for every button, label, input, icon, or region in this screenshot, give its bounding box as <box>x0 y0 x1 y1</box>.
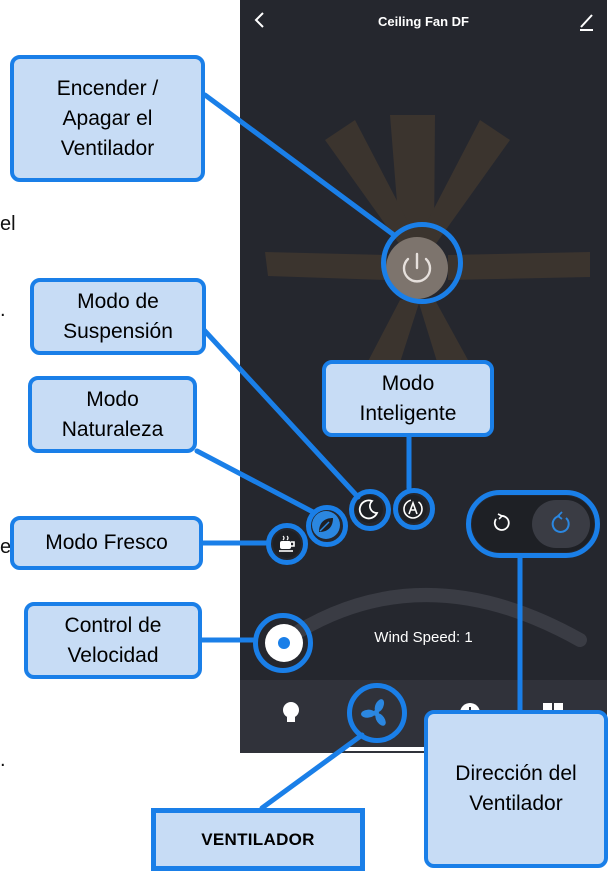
callout-sleep-line-2: Suspensión <box>63 319 173 343</box>
callout-nature-line-2: Naturaleza <box>61 417 164 441</box>
callout-direction: Dirección del Ventilador <box>424 710 608 868</box>
callout-power-line-3: Ventilador <box>60 136 155 160</box>
callout-smart-line-1: Modo <box>381 371 435 395</box>
callout-speed: Control de Velocidad <box>24 602 202 679</box>
callout-nature-line-1: Modo <box>86 387 139 411</box>
callout-sleep: Modo de Suspensión <box>30 278 206 355</box>
callout-power-line-2: Apagar el <box>62 106 153 130</box>
callout-direction-line-2: Ventilador <box>469 792 563 815</box>
callout-direction-line-1: Dirección del <box>455 762 577 785</box>
callout-sleep-line-1: Modo de <box>77 289 159 313</box>
callout-speed-line-1: Control de <box>64 613 162 637</box>
callout-speed-line-2: Velocidad <box>67 643 159 667</box>
callout-nature: Modo Naturaleza <box>28 376 197 453</box>
callout-power: Encender / Apagar el Ventilador <box>10 55 205 182</box>
callout-smart-line-2: Inteligente <box>359 401 457 425</box>
callout-fan-tab: VENTILADOR <box>151 808 365 871</box>
callout-power-line-1: Encender / <box>56 76 159 100</box>
callout-fresh-line-1: Modo Fresco <box>45 531 168 554</box>
callout-smart: Modo Inteligente <box>322 360 494 437</box>
callout-fresh: Modo Fresco <box>10 516 203 570</box>
